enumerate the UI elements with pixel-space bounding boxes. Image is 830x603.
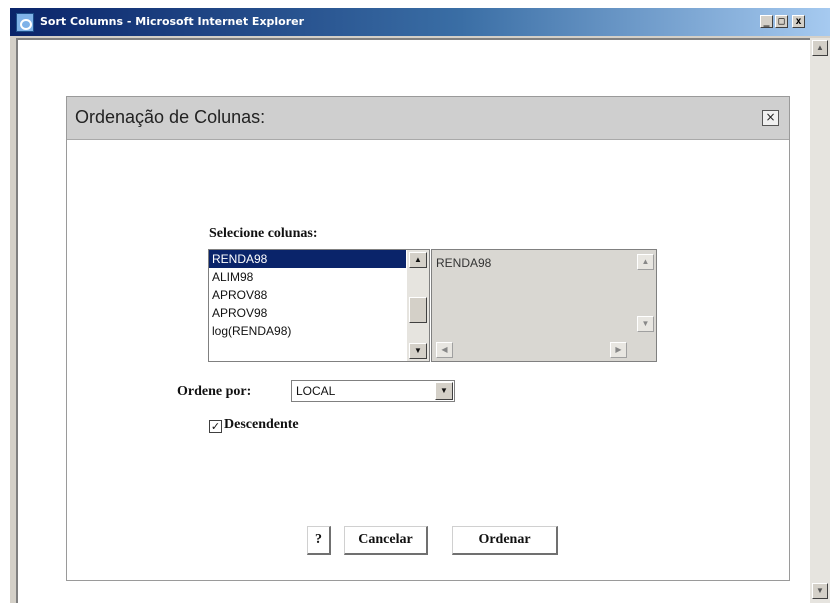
sort-by-value: LOCAL [296,384,336,398]
textarea-vertical-scrollbar[interactable]: ▲ ▼ [634,250,656,338]
selected-columns-textarea[interactable]: RENDA98 ▲ ▼ ◀ ▶ [431,249,657,362]
textarea-horizontal-scrollbar[interactable]: ◀ ▶ [432,339,632,361]
sort-columns-dialog: Ordenação de Colunas: × Selecione coluna… [66,96,790,581]
descending-label[interactable]: Descendente [224,417,299,433]
list-item[interactable]: log(RENDA98) [209,322,406,340]
sort-by-select[interactable]: LOCAL ▼ [291,380,455,402]
chevron-down-icon[interactable]: ▼ [435,382,453,400]
listbox-scroll-thumb[interactable] [409,297,427,323]
internet-explorer-icon [16,13,34,32]
help-button[interactable]: ? [307,526,331,555]
dialog-title: Ordenação de Colunas: [75,107,266,127]
columns-listbox[interactable]: RENDA98 ALIM98 APROV88 APROV98 log(RENDA… [208,249,430,362]
selected-columns-text: RENDA98 [436,256,492,270]
scroll-up-arrow-icon[interactable]: ▲ [812,40,828,56]
list-item[interactable]: APROV88 [209,286,406,304]
cancel-button[interactable]: Cancelar [344,526,428,555]
dialog-header: Ordenação de Colunas: × [67,97,789,140]
scroll-down-arrow-icon[interactable]: ▼ [409,343,427,359]
browser-content: Ordenação de Colunas: × Selecione coluna… [16,38,810,603]
maximize-button[interactable]: □ [775,15,788,28]
scroll-down-arrow-icon[interactable]: ▼ [637,316,654,332]
scroll-down-arrow-icon[interactable]: ▼ [812,583,828,599]
columns-list: RENDA98 ALIM98 APROV88 APROV98 log(RENDA… [209,250,406,340]
list-item[interactable]: APROV98 [209,304,406,322]
minimize-button[interactable]: _ [760,15,773,28]
scroll-left-arrow-icon[interactable]: ◀ [436,342,453,358]
sort-button[interactable]: Ordenar [452,526,558,555]
page-scrollbar[interactable]: ▲ ▼ [810,38,830,603]
descending-checkbox[interactable]: ✓ [209,420,222,433]
listbox-scrollbar[interactable]: ▲ ▼ [407,250,429,361]
browser-window: Sort Columns - Microsoft Internet Explor… [8,6,830,603]
list-item[interactable]: RENDA98 [209,250,406,268]
window-title: Sort Columns - Microsoft Internet Explor… [40,15,305,28]
scroll-right-arrow-icon[interactable]: ▶ [610,342,627,358]
select-columns-label: Selecione colunas: [209,226,318,241]
dialog-close-button[interactable]: × [762,110,779,126]
sort-by-label: Ordene por: [177,384,252,399]
scroll-up-arrow-icon[interactable]: ▲ [637,254,654,270]
list-item[interactable]: ALIM98 [209,268,406,286]
close-window-button[interactable]: x [792,15,805,28]
scroll-up-arrow-icon[interactable]: ▲ [409,252,427,268]
window-titlebar[interactable]: Sort Columns - Microsoft Internet Explor… [10,8,830,36]
